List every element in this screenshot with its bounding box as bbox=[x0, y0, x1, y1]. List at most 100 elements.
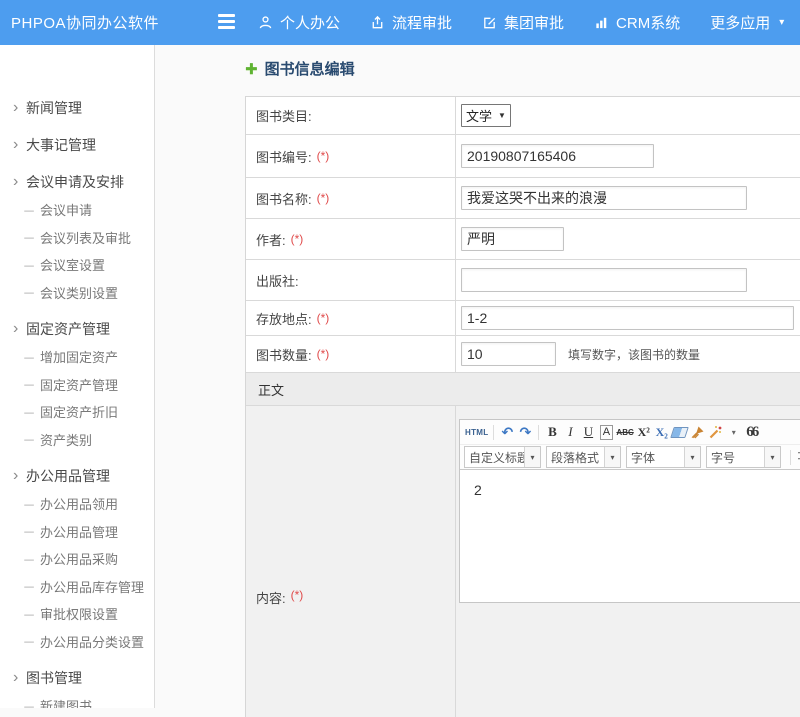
topbar: PHPOA协同办公软件 个人办公 流程审批 集团审批 CRM系统 bbox=[0, 0, 800, 45]
page-title: ✚ 图书信息编辑 bbox=[245, 58, 355, 79]
dash-icon: — bbox=[24, 497, 34, 511]
form-row-book-name: 图书名称: (*) bbox=[246, 178, 800, 219]
menu-icon[interactable] bbox=[218, 14, 235, 29]
quantity-hint: 填写数字，该图书的数量 bbox=[568, 346, 700, 363]
sidebar-item-supplies-category[interactable]: — 办公用品分类设置 bbox=[0, 628, 154, 656]
form-row-category: 图书类目: 文学 ▼ bbox=[246, 97, 800, 135]
sidebar-item-supplies-manage[interactable]: — 办公用品管理 bbox=[0, 518, 154, 546]
sidebar-item-meeting-apply[interactable]: — 会议申请 bbox=[0, 196, 154, 224]
paragraph-format-dropdown[interactable]: 段落格式 ▾ bbox=[546, 446, 621, 468]
nav-label: 个人办公 bbox=[280, 12, 340, 33]
dash-icon: — bbox=[24, 432, 34, 446]
publisher-input[interactable] bbox=[461, 268, 747, 292]
location-input[interactable] bbox=[461, 306, 794, 330]
nav-label: CRM系统 bbox=[616, 12, 680, 33]
strikethrough-button[interactable]: ABC bbox=[616, 422, 633, 442]
bold-button[interactable]: B bbox=[544, 422, 560, 442]
book-form: 图书类目: 文学 ▼ 图书编号: (*) 图书名称: (*) bbox=[245, 96, 800, 717]
editor-toolbar-row1: HTML ↶ ↷ B I U A ABC X² X₂ bbox=[460, 420, 800, 445]
sidebar-item-asset-depreciation[interactable]: — 固定资产折旧 bbox=[0, 398, 154, 426]
sidebar-item-supplies-stock[interactable]: — 办公用品库存管理 bbox=[0, 573, 154, 601]
nav-more-apps[interactable]: 更多应用 ▾ bbox=[710, 12, 784, 33]
magic-wand-icon bbox=[708, 425, 723, 440]
group-approval-icon bbox=[482, 15, 497, 30]
chevron-right-icon: › bbox=[13, 137, 26, 153]
nav-label: 更多应用 bbox=[710, 12, 770, 33]
wand-caret-icon[interactable]: ▾ bbox=[726, 422, 742, 442]
book-number-input[interactable] bbox=[461, 144, 654, 168]
field-label: 图书名称: bbox=[256, 189, 312, 208]
process-approval-icon bbox=[370, 15, 385, 30]
dropdown-caret-icon: ▾ bbox=[684, 447, 700, 467]
form-row-location: 存放地点: (*) bbox=[246, 301, 800, 336]
sidebar-item-meeting-type[interactable]: — 会议类别设置 bbox=[0, 279, 154, 307]
html-source-button[interactable]: HTML bbox=[465, 422, 488, 442]
nav-label: 流程审批 bbox=[392, 12, 452, 33]
format-brush-button[interactable] bbox=[690, 422, 706, 442]
redo-button[interactable]: ↷ bbox=[517, 422, 533, 442]
sidebar-item-supplies-claim[interactable]: — 办公用品领用 bbox=[0, 490, 154, 518]
required-mark: (*) bbox=[317, 311, 330, 325]
quantity-input[interactable] bbox=[461, 342, 556, 366]
font-family-dropdown[interactable]: 字体 ▾ bbox=[626, 446, 701, 468]
section-header: 正文 bbox=[246, 373, 800, 406]
form-row-quantity: 图书数量: (*) 填写数字，该图书的数量 bbox=[246, 336, 800, 373]
sidebar-item-new-book[interactable]: — 新建图书 bbox=[0, 692, 154, 708]
dropdown-caret-icon: ▾ bbox=[604, 447, 620, 467]
underline-button[interactable]: U bbox=[580, 422, 596, 442]
app-title: PHPOA协同办公软件 bbox=[0, 12, 159, 33]
required-mark: (*) bbox=[317, 149, 330, 163]
dash-icon: — bbox=[24, 607, 34, 621]
form-row-author: 作者: (*) bbox=[246, 219, 800, 260]
italic-button[interactable]: I bbox=[562, 422, 578, 442]
form-row-content: 内容: (*) HTML ↶ ↷ B I U A ABC bbox=[246, 406, 800, 717]
custom-title-dropdown[interactable]: 自定义标题 ▾ bbox=[464, 446, 541, 468]
sidebar-item-meeting-room[interactable]: — 会议室设置 bbox=[0, 251, 154, 279]
dash-icon: — bbox=[24, 634, 34, 648]
sidebar-item-asset-type[interactable]: — 资产类别 bbox=[0, 426, 154, 454]
field-label: 图书数量: bbox=[256, 345, 312, 364]
person-icon bbox=[258, 15, 273, 30]
dash-icon: — bbox=[24, 552, 34, 566]
magic-wand-button[interactable] bbox=[708, 422, 724, 442]
font-size-dropdown[interactable]: 字号 ▾ bbox=[706, 446, 781, 468]
sidebar-group-memorabilia[interactable]: › 大事记管理 bbox=[0, 131, 154, 159]
nav-process-approval[interactable]: 流程审批 bbox=[370, 12, 452, 33]
superscript-button[interactable]: X² bbox=[636, 422, 652, 442]
sidebar-item-supplies-purchase[interactable]: — 办公用品采购 bbox=[0, 545, 154, 573]
chevron-right-icon: › bbox=[13, 174, 26, 190]
field-label: 存放地点: bbox=[256, 309, 312, 328]
field-label: 内容: bbox=[256, 588, 286, 607]
sidebar-item-meeting-list[interactable]: — 会议列表及审批 bbox=[0, 224, 154, 252]
nav-crm[interactable]: CRM系统 bbox=[594, 12, 680, 33]
eraser-button[interactable] bbox=[672, 422, 688, 442]
editor-content[interactable]: 2 bbox=[460, 470, 800, 602]
nav-personal-office[interactable]: 个人办公 bbox=[258, 12, 340, 33]
field-label: 图书编号: bbox=[256, 147, 312, 166]
page-title-text: 图书信息编辑 bbox=[265, 58, 355, 79]
font-color-button[interactable]: A bbox=[598, 422, 614, 442]
blockquote-button[interactable]: 66 bbox=[744, 422, 760, 442]
sidebar-group-books[interactable]: › 图书管理 bbox=[0, 664, 154, 692]
author-input[interactable] bbox=[461, 227, 564, 251]
nav-group-approval[interactable]: 集团审批 bbox=[482, 12, 564, 33]
book-category-select[interactable]: 文学 ▼ bbox=[461, 104, 511, 127]
eraser-icon bbox=[670, 427, 689, 438]
chevron-right-icon: › bbox=[13, 100, 26, 116]
sidebar-group-meeting[interactable]: › 会议申请及安排 bbox=[0, 168, 154, 196]
dash-icon: — bbox=[24, 258, 34, 272]
sidebar-item-add-asset[interactable]: — 增加固定资产 bbox=[0, 343, 154, 371]
chevron-right-icon: › bbox=[13, 468, 26, 484]
sidebar-group-office-supplies[interactable]: › 办公用品管理 bbox=[0, 462, 154, 490]
dash-icon: — bbox=[24, 524, 34, 538]
book-name-input[interactable] bbox=[461, 186, 747, 210]
dash-icon: — bbox=[24, 203, 34, 217]
sidebar-item-approval-permission[interactable]: — 审批权限设置 bbox=[0, 600, 154, 628]
justify-button[interactable] bbox=[796, 447, 800, 467]
dropdown-caret-icon: ▾ bbox=[764, 447, 780, 467]
subscript-button[interactable]: X₂ bbox=[654, 422, 670, 442]
sidebar-group-fixed-assets[interactable]: › 固定资产管理 bbox=[0, 315, 154, 343]
sidebar-item-asset-manage[interactable]: — 固定资产管理 bbox=[0, 371, 154, 399]
undo-button[interactable]: ↶ bbox=[499, 422, 515, 442]
sidebar-group-news[interactable]: › 新闻管理 bbox=[0, 94, 154, 122]
